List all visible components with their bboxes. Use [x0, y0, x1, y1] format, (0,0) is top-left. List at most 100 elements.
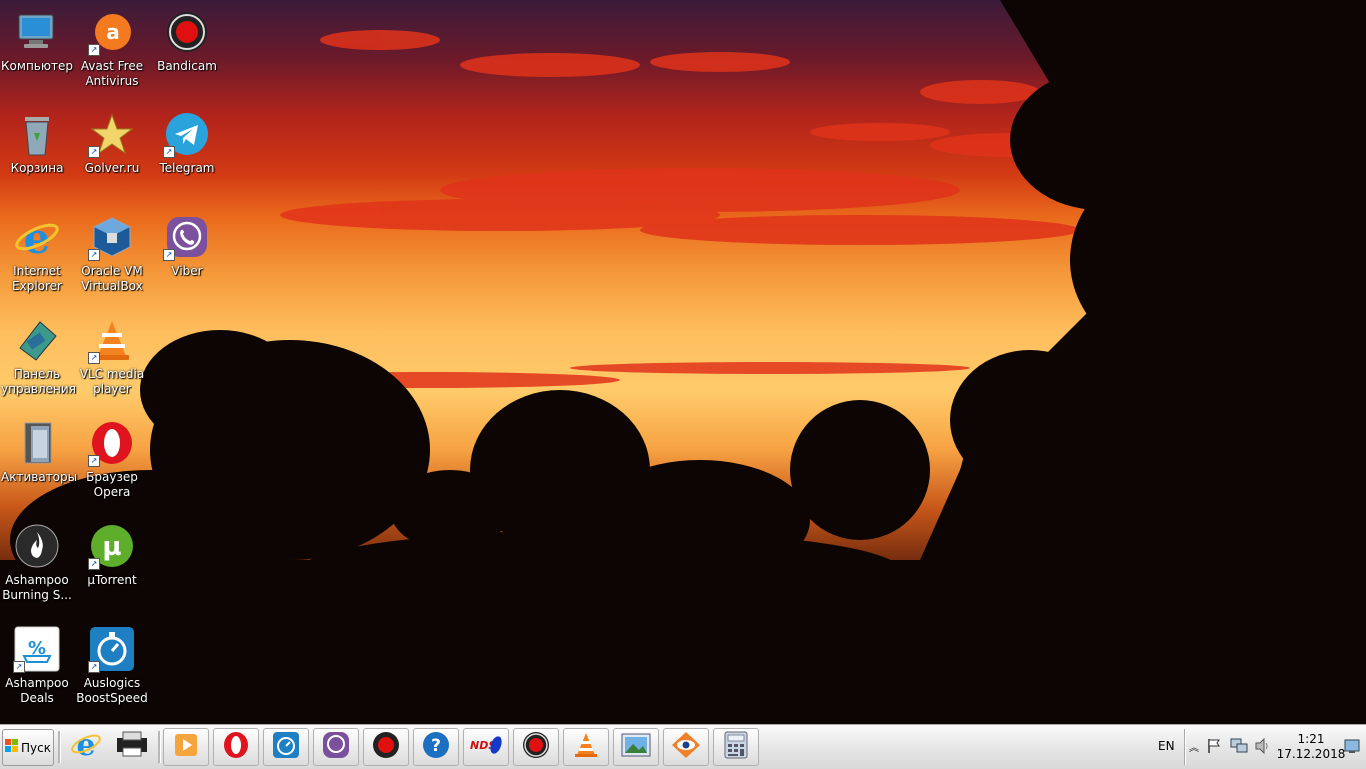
- shortcut-arrow-icon: ↗: [88, 352, 100, 364]
- start-button[interactable]: Пуск: [2, 729, 54, 766]
- telegram-icon: ↗: [163, 110, 211, 158]
- desktop-icon-label: Корзина: [10, 161, 64, 175]
- star-icon: ↗: [88, 110, 136, 158]
- desktop-icon-label: Internet Explorer: [12, 264, 62, 293]
- taskbar-viber[interactable]: [313, 728, 359, 766]
- desktop-icon-internet-explorer[interactable]: e Internet Explorer: [1, 213, 73, 294]
- language-indicator[interactable]: EN: [1158, 739, 1175, 753]
- desktop-icon-label: Браузер Opera: [86, 470, 138, 499]
- shortcut-arrow-icon: ↗: [88, 44, 100, 56]
- avast-icon: a ↗: [88, 8, 136, 56]
- eye-icon: [671, 731, 701, 763]
- computer-icon: [13, 8, 61, 56]
- vlc-icon: [572, 731, 600, 763]
- desktop-icon-label: Telegram: [159, 161, 215, 175]
- desktop-icon-label: Панель управления: [1, 367, 76, 396]
- internet-explorer-icon: e: [70, 728, 102, 763]
- auslogics-icon: [272, 731, 300, 763]
- taskbar-record[interactable]: [513, 728, 559, 766]
- desktop-icon-label: Ashampoo Deals: [5, 676, 69, 705]
- desktop-icon-label: Активаторы: [1, 470, 78, 484]
- taskbar-eye[interactable]: [663, 728, 709, 766]
- clock[interactable]: 1:21 17.12.2018: [1276, 732, 1346, 762]
- desktop-icon-control-panel[interactable]: Панель управления: [1, 316, 76, 397]
- clock-date: 17.12.2018: [1276, 747, 1346, 761]
- nds-icon: NDS: [468, 733, 504, 761]
- desktop-icon-auslogics[interactable]: ↗ Auslogics BoostSpeed: [76, 625, 148, 706]
- desktop-icon-telegram[interactable]: ↗ Telegram: [151, 110, 223, 176]
- ashampoo-deals-icon: % ↗: [13, 625, 61, 673]
- picture-viewer-icon: [621, 732, 651, 762]
- network-icon[interactable]: [1230, 738, 1248, 758]
- desktop-icon-label: Oracle VM VirtualBox: [81, 264, 143, 293]
- svg-text:?: ?: [431, 736, 441, 756]
- desktop-icon-virtualbox[interactable]: ↗ Oracle VM VirtualBox: [76, 213, 148, 294]
- svg-text:e: e: [76, 729, 95, 759]
- desktop-icon-activators[interactable]: Активаторы: [1, 419, 78, 485]
- volume-icon[interactable]: [1254, 737, 1272, 758]
- control-panel-icon: [13, 316, 61, 364]
- vlc-icon: ↗: [88, 316, 136, 364]
- viber-icon: ↗: [163, 213, 211, 261]
- virtualbox-icon: ↗: [88, 213, 136, 261]
- taskbar-help[interactable]: ?: [413, 728, 459, 766]
- desktop-icon-recycle-bin[interactable]: Корзина: [1, 110, 73, 176]
- record-icon: [522, 731, 550, 763]
- taskbar-printer[interactable]: [110, 728, 154, 764]
- shortcut-arrow-icon: ↗: [88, 455, 100, 467]
- auslogics-icon: ↗: [88, 625, 136, 673]
- shortcut-arrow-icon: ↗: [88, 661, 100, 673]
- shortcut-arrow-icon: ↗: [88, 146, 100, 158]
- media-player-icon: [173, 732, 199, 762]
- taskbar-media-player[interactable]: [163, 728, 209, 766]
- desktop-icon-viber[interactable]: ↗ Viber: [151, 213, 223, 279]
- calculator-icon: [724, 731, 748, 763]
- desktop-icon-computer[interactable]: Компьютер: [1, 8, 73, 74]
- svg-text:a: a: [106, 20, 120, 44]
- quicklaunch-separator: [58, 731, 61, 763]
- desktop-icon-ashampoo-burning[interactable]: Ashampoo Burning S...: [1, 522, 73, 603]
- taskbar-nds[interactable]: NDS: [463, 728, 509, 766]
- opera-icon: ↗: [88, 419, 136, 467]
- show-hidden-icons-chevron-icon[interactable]: ︽: [1189, 739, 1199, 754]
- desktop-icon-utorrent[interactable]: µ ↗ µTorrent: [76, 522, 148, 588]
- windows-logo-icon: [5, 739, 19, 756]
- taskbar-internet-explorer[interactable]: e: [64, 728, 108, 764]
- desktop-icon-label: Golver.ru: [84, 161, 140, 175]
- show-desktop-icon[interactable]: [1344, 738, 1360, 758]
- taskbar-vlc[interactable]: [563, 728, 609, 766]
- shortcut-arrow-icon: ↗: [163, 146, 175, 158]
- taskbar-picture-viewer[interactable]: [613, 728, 659, 766]
- desktop-icon-label: Компьютер: [1, 59, 73, 73]
- desktop-icon-avast[interactable]: a ↗ Avast Free Antivirus: [76, 8, 148, 89]
- taskbar-opera[interactable]: [213, 728, 259, 766]
- wallpaper: [0, 0, 1366, 724]
- desktop-icon-opera[interactable]: ↗ Браузер Opera: [76, 419, 148, 500]
- svg-text:µ: µ: [102, 532, 121, 562]
- tray-separator: [1184, 729, 1186, 765]
- utorrent-icon: µ ↗: [88, 522, 136, 570]
- desktop-icon-ashampoo-deals[interactable]: % ↗ Ashampoo Deals: [1, 625, 73, 706]
- taskbar: Пуск e ? NDS EN ︽ 1:21 17.12.2018: [0, 724, 1366, 769]
- taskbar-calculator[interactable]: [713, 728, 759, 766]
- start-label: Пуск: [21, 740, 51, 755]
- desktop[interactable]: Компьютер a ↗ Avast Free Antivirus Bandi…: [0, 0, 1366, 724]
- taskbar-separator: [158, 731, 161, 763]
- taskbar-auslogics[interactable]: [263, 728, 309, 766]
- desktop-icon-golver[interactable]: ↗ Golver.ru: [76, 110, 148, 176]
- svg-text:e: e: [24, 215, 51, 259]
- desktop-icon-label: µTorrent: [87, 573, 137, 587]
- desktop-icon-vlc[interactable]: ↗ VLC media player: [76, 316, 148, 397]
- ashampoo-burning-icon: [13, 522, 61, 570]
- viber-icon: [322, 731, 350, 763]
- bandicam-icon: [163, 8, 211, 56]
- desktop-icon-label: Auslogics BoostSpeed: [76, 676, 148, 705]
- taskbar-bandicam[interactable]: [363, 728, 409, 766]
- desktop-icon-bandicam[interactable]: Bandicam: [151, 8, 223, 74]
- help-icon: ?: [422, 731, 450, 763]
- printer-icon: [115, 730, 149, 762]
- shortcut-arrow-icon: ↗: [88, 249, 100, 261]
- desktop-icon-label: Ashampoo Burning S...: [2, 573, 72, 602]
- internet-explorer-icon: e: [13, 213, 61, 261]
- action-center-flag-icon[interactable]: [1206, 738, 1222, 758]
